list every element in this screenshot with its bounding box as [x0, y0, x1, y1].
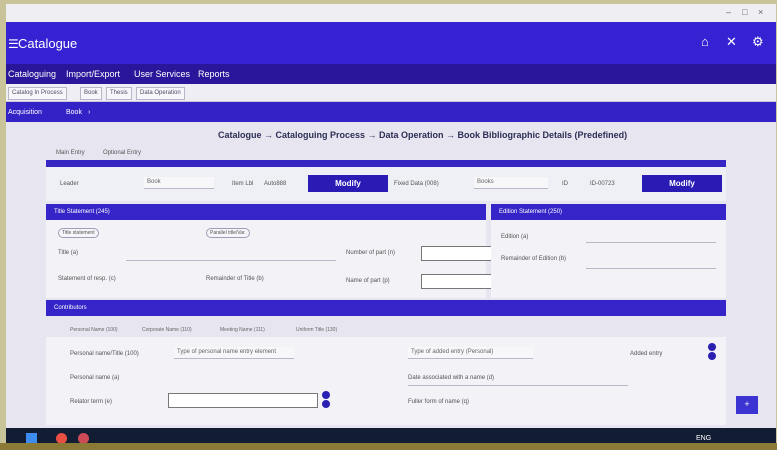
statement-label: Statement of resp. (c)	[58, 276, 116, 282]
breadcrumb: Acquisition Book ›	[6, 102, 776, 122]
tab-corporate-name[interactable]: Corporate Name (110)	[142, 327, 192, 333]
contributors-title: Contributors	[54, 305, 87, 311]
added-entry-checkbox[interactable]: Added entry	[630, 351, 662, 357]
item-label: Item Lbl	[232, 181, 254, 187]
breadcrumb-chevron-icon: ›	[88, 109, 91, 116]
maximize-icon[interactable]: □	[742, 7, 747, 17]
leader-label: Leader	[60, 181, 79, 187]
relator-term-input[interactable]	[168, 393, 318, 408]
app-bar: ☰ Catalogue ⌂ ✕ ⚙	[6, 22, 776, 64]
remainder-edition-field[interactable]	[586, 268, 716, 269]
date-associated-label: Date associated with a name (d)	[408, 375, 495, 381]
window-close-icon[interactable]: ×	[758, 7, 763, 17]
name-of-part-input[interactable]	[421, 274, 496, 289]
personal-name-type-select[interactable]: Type of personal name entry element	[174, 347, 294, 359]
title-label: Title (a)	[58, 250, 79, 256]
contributors-header: Contributors	[46, 300, 726, 316]
tab-data-operation[interactable]: Data Operation	[136, 87, 185, 100]
remainder-label: Remainder of Title (b)	[206, 276, 264, 282]
tab-bar: Catalog In Process Book Thesis Data Oper…	[6, 84, 776, 102]
fixed-data-select[interactable]: Books	[474, 177, 548, 189]
number-of-part-label: Number of part (n)	[346, 250, 396, 256]
title-statement-pill[interactable]: Title statement	[58, 228, 99, 238]
main-menu: Cataloguing Import/Export User Services …	[6, 64, 776, 84]
tab-personal-name[interactable]: Personal Name (100)	[70, 327, 118, 333]
personal-name-label: Personal name (a)	[70, 375, 120, 381]
remainder-edition-label: Remainder of Edition (b)	[501, 256, 567, 262]
leader-select[interactable]: Book	[144, 177, 214, 189]
menu-item-import-export[interactable]: Import/Export	[66, 69, 120, 79]
settings-icon[interactable]: ⚙	[752, 34, 764, 50]
fixed-data-label: Fixed Data (008)	[394, 181, 439, 187]
title-section-header: Title Statement (245)	[46, 204, 486, 220]
breadcrumb-item-book[interactable]: Book	[66, 109, 82, 116]
tab-meeting-name[interactable]: Meeting Name (111)	[220, 327, 265, 333]
fuller-form-label: Fuller form of name (q)	[408, 399, 470, 405]
window-title-bar: – □ ×	[6, 4, 776, 22]
title-panel: Title statement Parallel title/Var. Titl…	[46, 220, 513, 298]
system-tray[interactable]: ENG	[696, 435, 711, 442]
item-value: Auto888	[264, 181, 287, 187]
title-section-title: Title Statement (245)	[54, 209, 110, 215]
add-button[interactable]: +	[736, 396, 758, 414]
subtab-main-entry[interactable]: Main Entry	[56, 150, 85, 156]
edition-label: Edition (a)	[501, 234, 529, 240]
app-title: Catalogue	[18, 36, 78, 51]
home-icon[interactable]: ⌂	[701, 34, 709, 49]
dots-icon-3[interactable]	[708, 343, 716, 361]
subtab-optional-entry[interactable]: Optional Entry	[103, 150, 141, 156]
contributors-panel: Personal name/Title (100) Type of person…	[46, 337, 726, 425]
main-content: Catalogue → Cataloguing Process → Data O…	[6, 122, 776, 428]
tab-uniform-title[interactable]: Uniform Title (130)	[296, 327, 337, 333]
tab-thesis[interactable]: Thesis	[106, 87, 132, 100]
id-value: ID-00723	[590, 181, 615, 187]
menu-item-reports[interactable]: Reports	[198, 69, 230, 79]
name-of-part-label: Name of part (p)	[346, 278, 390, 284]
breadcrumb-item-acquisition[interactable]: Acquisition	[8, 109, 42, 116]
edition-panel: Edition (a) Remainder of Edition (b)	[491, 220, 726, 298]
header-divider	[46, 160, 726, 167]
modify-button[interactable]: Modify	[308, 175, 388, 192]
title-field[interactable]	[126, 260, 336, 261]
added-entry-type-select[interactable]: Type of added entry (Personal)	[408, 347, 533, 359]
menu-item-user-services[interactable]: User Services	[134, 69, 190, 79]
tab-book[interactable]: Book	[80, 87, 102, 100]
tab-catalog-in-process[interactable]: Catalog In Process	[8, 87, 67, 100]
menu-item-cataloguing[interactable]: Cataloguing	[8, 69, 56, 79]
edition-field[interactable]	[586, 242, 716, 243]
number-of-part-input[interactable]	[421, 246, 496, 261]
dots-icon-4[interactable]	[322, 391, 330, 409]
parallel-title-pill[interactable]: Parallel title/Var.	[206, 228, 250, 238]
leader-row: Leader Book Item Lbl Auto888 Modify Fixe…	[46, 167, 726, 201]
minimize-icon[interactable]: –	[726, 7, 731, 17]
edition-section-header: Edition Statement (250)	[491, 204, 726, 220]
close-icon[interactable]: ✕	[726, 34, 737, 50]
id-label: ID	[562, 181, 568, 187]
screen: – □ × ☰ Catalogue ⌂ ✕ ⚙ Cataloguing Impo…	[6, 4, 776, 450]
modify-button-2[interactable]: Modify	[642, 175, 722, 192]
page-title: Catalogue → Cataloguing Process → Data O…	[218, 130, 628, 140]
monitor-bezel	[0, 443, 777, 450]
personal-name-title-label: Personal name/Title (100)	[70, 351, 139, 357]
date-associated-field[interactable]	[408, 385, 628, 386]
relator-term-label: Relator term (e)	[70, 399, 113, 405]
edition-section-title: Edition Statement (250)	[499, 209, 563, 215]
